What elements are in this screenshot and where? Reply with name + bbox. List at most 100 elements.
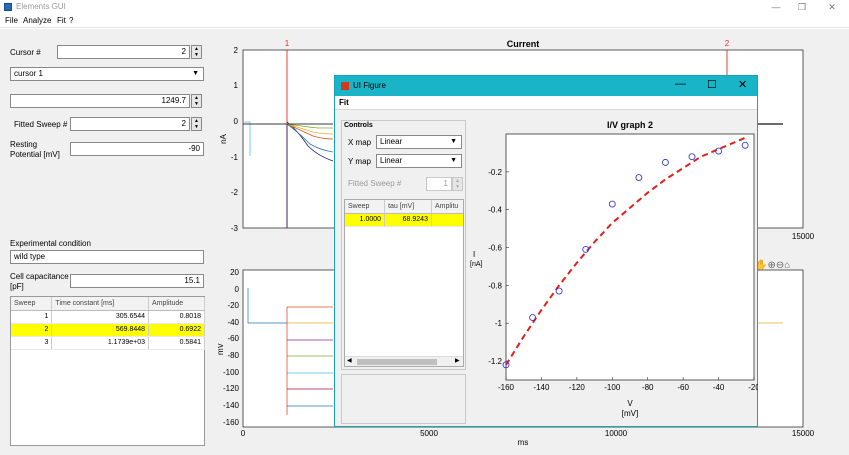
restore-button[interactable]: ❐ (790, 1, 814, 13)
zoom-in-icon[interactable]: ⊕ (767, 260, 775, 271)
cell[interactable]: 2 (11, 323, 53, 337)
table-row-selected[interactable]: 2 569.8448 0.6922 (11, 323, 205, 337)
y-tick: 1 (234, 81, 239, 90)
col-amplitude[interactable]: Amplitu (431, 200, 463, 214)
y-tick: -160 (223, 418, 240, 427)
sweep-table[interactable]: Sweep Time constant [ms] Amplitude 1 305… (10, 296, 205, 446)
cursor-label: Cursor # (10, 48, 41, 57)
ui-maximize-button[interactable]: ☐ (707, 78, 717, 91)
cell[interactable]: 0.6922 (148, 323, 205, 337)
col-tau[interactable]: tau [mV] (384, 200, 432, 214)
iv-x-tick: -60 (677, 383, 689, 392)
cell[interactable]: 1.0000 (345, 213, 386, 227)
col-amplitude[interactable]: Amplitude (148, 297, 205, 311)
ui-fitted-sweep-label: Fitted Sweep # (348, 179, 402, 188)
resting-potential-label-2: Potential [mV] (10, 150, 60, 159)
plot-toolbar: ✋⊕⊖⌂ (755, 260, 790, 271)
menu-help[interactable]: ? (69, 16, 73, 25)
table-row[interactable]: 3 1.1739e+03 0.5841 (11, 336, 205, 350)
y-tick: 0 (234, 117, 239, 126)
iv-ylabel-line1: I (473, 250, 475, 259)
cursor-position-field[interactable]: 1249.7 (10, 94, 190, 108)
ymap-select[interactable]: Linear ▼ (376, 154, 462, 168)
table-row-selected[interactable]: 1.0000 68.9243 - (345, 213, 463, 227)
menu-analyze[interactable]: Analyze (23, 16, 51, 25)
fit-table[interactable]: Sweep tau [mV] Amplitu 1.0000 68.9243 - … (344, 199, 464, 367)
ui-fitted-sweep-spinner[interactable]: ▲ ▼ (452, 177, 463, 191)
x-tick: 15000 (792, 429, 815, 438)
y-tick: 2 (234, 46, 239, 55)
iv-x-tick: -120 (569, 383, 586, 392)
iv-plot-area (505, 133, 755, 381)
experimental-condition-field[interactable]: wild type (10, 250, 204, 264)
ui-figure-menubar: Fit (335, 96, 757, 110)
x-tick: 15000 (792, 232, 815, 241)
ui-minimize-button[interactable]: — (675, 78, 686, 90)
iv-y-tick: -0.8 (488, 281, 502, 290)
y-tick: -120 (223, 384, 240, 393)
scroll-left-icon[interactable]: ◀ (347, 357, 352, 364)
spin-down-icon[interactable]: ▼ (192, 101, 201, 107)
cell[interactable]: 569.8448 (51, 323, 150, 337)
ui-fitted-sweep-field[interactable]: 1 (426, 177, 452, 191)
ui-close-button[interactable]: ✕ (738, 78, 747, 91)
xmap-select[interactable]: Linear ▼ (376, 135, 462, 149)
y-tick: -2 (231, 188, 239, 197)
resting-potential-field[interactable]: -90 (70, 142, 204, 156)
close-button[interactable]: ✕ (820, 1, 844, 13)
menu-file[interactable]: File (5, 16, 18, 25)
fitted-sweep-label: Fitted Sweep # (14, 120, 68, 129)
x-tick: 10000 (605, 429, 628, 438)
current-ylabel: nA (219, 133, 228, 143)
cell[interactable]: 68.9243 (384, 213, 432, 227)
fitted-sweep-field[interactable]: 2 (70, 117, 190, 131)
col-sweep[interactable]: Sweep (11, 297, 53, 311)
cursor-select[interactable]: cursor 1 ▼ (10, 67, 204, 81)
ui-menu-fit[interactable]: Fit (339, 98, 349, 107)
voltage-ylabel: mV (218, 342, 225, 355)
zoom-out-icon[interactable]: ⊖ (776, 260, 784, 271)
scroll-right-icon[interactable]: ▶ (455, 357, 460, 364)
fitted-sweep-spinner[interactable]: ▲ ▼ (191, 117, 202, 131)
cell-capacitance-label-2: [pF] (10, 282, 24, 291)
home-icon[interactable]: ⌂ (784, 260, 790, 271)
cursor-spinner[interactable]: ▲ ▼ (191, 45, 202, 59)
horizontal-scrollbar[interactable]: ◀ ▶ (345, 356, 463, 366)
col-sweep[interactable]: Sweep (345, 200, 386, 214)
controls-label: Controls (344, 122, 373, 129)
cursor-number-field[interactable]: 2 (57, 45, 190, 59)
y-tick: -100 (223, 368, 240, 377)
cell[interactable]: 1.1739e+03 (51, 336, 150, 350)
spin-down-icon[interactable]: ▼ (192, 52, 201, 58)
chevron-down-icon: ▼ (450, 157, 457, 164)
cell-capacitance-field[interactable]: 15.1 (70, 274, 204, 288)
scrollbar-thumb[interactable] (357, 359, 437, 365)
cell[interactable]: 1 (11, 310, 53, 324)
spin-down-icon[interactable]: ▼ (192, 124, 201, 130)
iv-xlabel-line2: [mV] (622, 409, 638, 418)
ymap-value: Linear (380, 156, 403, 165)
cell[interactable]: 0.8018 (148, 310, 205, 324)
iv-x-tick: -140 (533, 383, 550, 392)
iv-x-tick: -20 (748, 383, 758, 392)
cell[interactable]: 305.6544 (51, 310, 150, 324)
iv-y-tick: -1 (495, 319, 503, 328)
cell[interactable]: 0.5841 (148, 336, 205, 350)
ui-figure-title: UI Figure (353, 81, 386, 90)
resting-potential-label-1: Resting (10, 140, 38, 149)
cursor-position-spinner[interactable]: ▲ ▼ (191, 94, 202, 108)
ymap-label: Y map (348, 157, 371, 166)
spin-down-icon[interactable]: ▼ (453, 184, 462, 190)
cell[interactable]: 3 (11, 336, 53, 350)
minimize-button[interactable]: — (764, 1, 788, 13)
iv-x-tick: -160 (498, 383, 515, 392)
col-time-constant[interactable]: Time constant [ms] (51, 297, 150, 311)
chevron-down-icon: ▼ (450, 138, 457, 145)
cell[interactable]: - (431, 213, 463, 227)
iv-y-tick: -0.4 (488, 206, 502, 215)
table-row[interactable]: 1 305.6544 0.8018 (11, 310, 205, 324)
menu-fit[interactable]: Fit (57, 16, 66, 25)
title-bar: Elements GUI — ❐ ✕ (0, 0, 849, 14)
y-tick: -20 (227, 301, 239, 310)
iv-graph[interactable]: I/V graph 2 -1.2 -1 -0.8 -0.6 -0.4 -0.2 -160 -… (468, 112, 758, 426)
